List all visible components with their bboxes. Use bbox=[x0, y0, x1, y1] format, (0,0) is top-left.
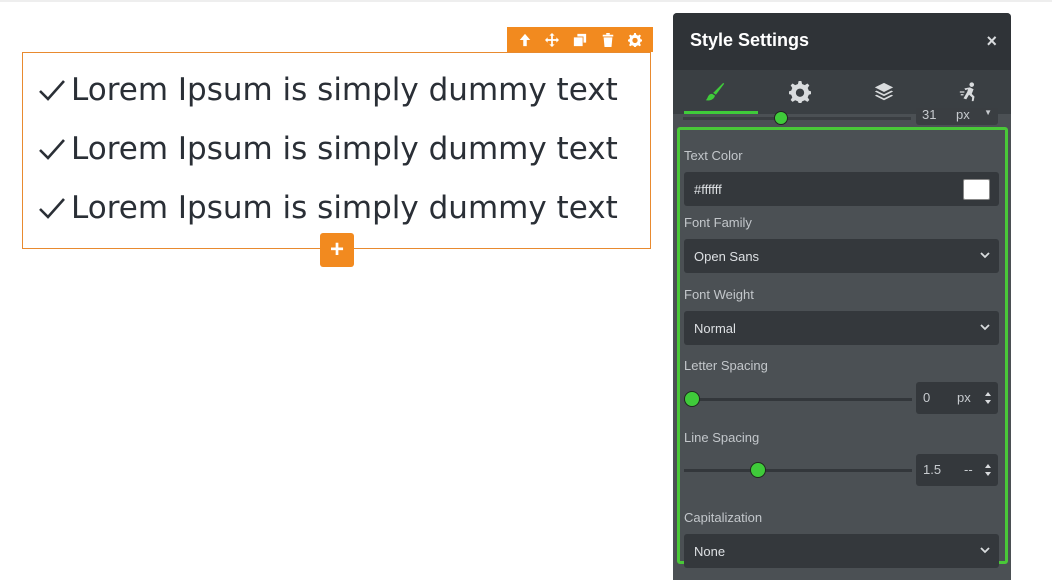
checkmark-icon bbox=[37, 193, 67, 223]
list-item: Lorem Ipsum is simply dummy text bbox=[37, 60, 618, 119]
list-item-text: Lorem Ipsum is simply dummy text bbox=[71, 189, 618, 226]
element-toolbar bbox=[507, 27, 653, 52]
list-item: Lorem Ipsum is simply dummy text bbox=[37, 178, 618, 237]
letter-spacing-label: Letter Spacing bbox=[684, 358, 768, 373]
text-list-block[interactable]: Lorem Ipsum is simply dummy text Lorem I… bbox=[22, 52, 651, 249]
letter-spacing-slider-track[interactable] bbox=[684, 398, 912, 401]
duplicate-icon[interactable] bbox=[569, 29, 591, 51]
move-up-icon[interactable] bbox=[514, 29, 536, 51]
top-divider bbox=[0, 0, 1052, 2]
letter-spacing-input[interactable]: 0 px bbox=[916, 382, 998, 414]
close-icon[interactable]: × bbox=[986, 31, 997, 52]
spinner-arrows-icon[interactable] bbox=[984, 389, 992, 407]
chevron-down-icon bbox=[980, 547, 990, 554]
tab-layers[interactable] bbox=[842, 70, 927, 114]
move-icon[interactable] bbox=[541, 29, 563, 51]
font-family-select[interactable]: Open Sans bbox=[684, 239, 999, 273]
font-weight-label: Font Weight bbox=[684, 287, 754, 302]
color-swatch[interactable] bbox=[963, 179, 990, 200]
capitalization-select[interactable]: None bbox=[684, 534, 999, 568]
line-spacing-input[interactable]: 1.5 -- bbox=[916, 454, 998, 486]
line-spacing-slider-handle[interactable] bbox=[749, 462, 766, 478]
add-element-button[interactable]: + bbox=[320, 233, 354, 267]
font-size-slider-handle[interactable] bbox=[774, 111, 788, 125]
checkmark-icon bbox=[37, 75, 67, 105]
layers-icon bbox=[875, 82, 894, 101]
font-size-input[interactable]: 31 px ▼ bbox=[916, 107, 998, 125]
font-family-label: Font Family bbox=[684, 215, 752, 230]
spinner-arrows-icon[interactable] bbox=[984, 461, 992, 479]
trash-icon[interactable] bbox=[597, 29, 619, 51]
checkmark-icon bbox=[37, 134, 67, 164]
font-weight-select[interactable]: Normal bbox=[684, 311, 999, 345]
list-item-text: Lorem Ipsum is simply dummy text bbox=[71, 130, 618, 167]
panel-header: Style Settings × bbox=[673, 13, 1011, 70]
style-settings-panel: Style Settings × 31 px ▼ Text Color #fff… bbox=[673, 13, 1011, 580]
line-spacing-label: Line Spacing bbox=[684, 430, 760, 445]
chevron-down-icon bbox=[980, 252, 990, 259]
settings-gear-icon[interactable] bbox=[624, 29, 646, 51]
line-spacing-slider-track[interactable] bbox=[684, 469, 912, 472]
capitalization-label: Capitalization bbox=[684, 510, 763, 525]
panel-title: Style Settings bbox=[690, 30, 810, 50]
gear-icon bbox=[788, 81, 811, 103]
chevron-down-icon bbox=[980, 324, 990, 331]
motion-icon bbox=[959, 82, 975, 102]
letter-spacing-slider-handle[interactable] bbox=[684, 391, 700, 407]
text-color-field[interactable]: #ffffff bbox=[684, 172, 999, 206]
chevron-down-icon: ▼ bbox=[984, 108, 992, 117]
tab-style[interactable] bbox=[673, 70, 758, 114]
brush-icon bbox=[706, 82, 725, 101]
list-item-text: Lorem Ipsum is simply dummy text bbox=[71, 71, 618, 108]
text-color-label: Text Color bbox=[684, 148, 743, 163]
font-size-slider-track[interactable] bbox=[683, 117, 911, 120]
list-item: Lorem Ipsum is simply dummy text bbox=[37, 119, 618, 178]
tab-settings[interactable] bbox=[758, 70, 843, 114]
